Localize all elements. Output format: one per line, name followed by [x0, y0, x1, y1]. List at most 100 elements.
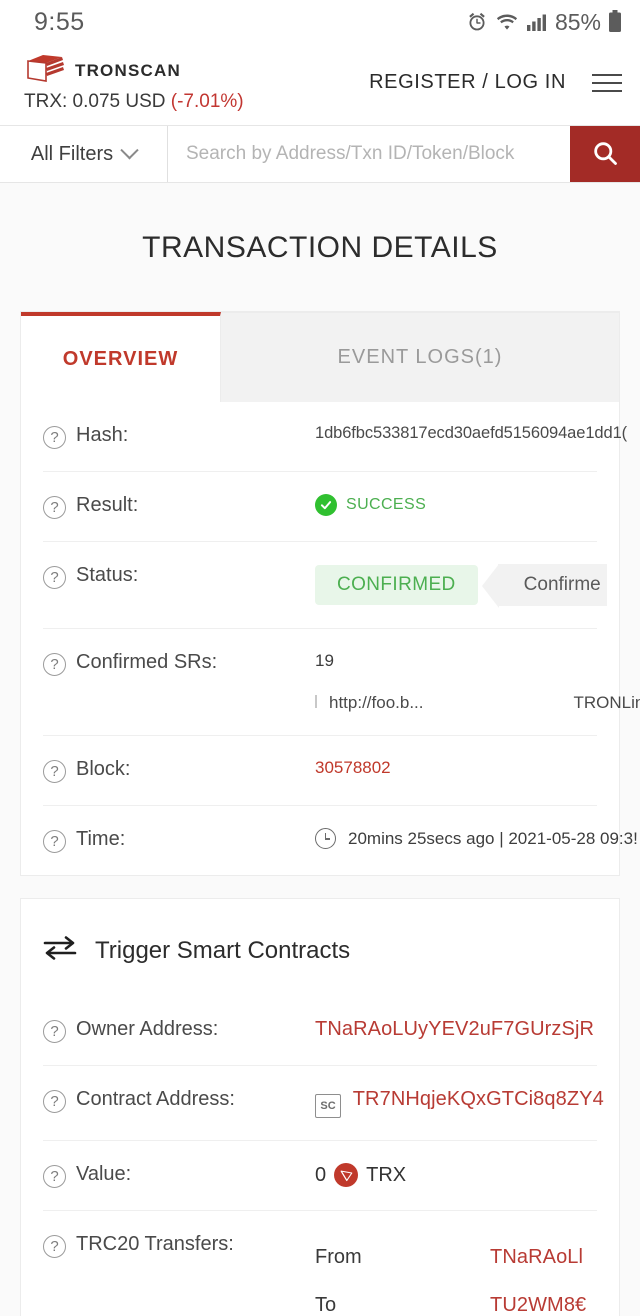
search-bar: All Filters	[0, 125, 640, 183]
block-number-link[interactable]: 30578802	[315, 758, 391, 777]
tab-event-logs-label: EVENT LOGS(1)	[337, 346, 503, 368]
site-header: TRONSCAN TRX: 0.075 USD (-7.01%) REGISTE…	[0, 44, 640, 125]
row-confirmed-srs-label: ? Confirmed SRs:	[43, 651, 315, 676]
row-status-label: ? Status:	[43, 564, 315, 589]
help-icon[interactable]: ?	[43, 653, 66, 676]
row-result-value: SUCCESS	[315, 494, 597, 516]
page-title: TRANSACTION DETAILS	[142, 231, 498, 264]
row-owner-address-value: TNaRAoLUyYEV2uF7GUrzSjR	[315, 1018, 597, 1041]
row-result-label-text: Result:	[76, 494, 139, 516]
row-time-label-text: Time:	[76, 828, 126, 850]
row-trc20-transfers-label-text: TRC20 Transfers:	[76, 1233, 234, 1255]
row-contract-address-label: ? Contract Address:	[43, 1088, 315, 1113]
search-submit-button[interactable]	[570, 126, 640, 182]
status-badge: CONFIRMED	[315, 565, 478, 605]
tab-overview[interactable]: OVERVIEW	[21, 312, 221, 402]
row-result-label: ? Result:	[43, 494, 315, 519]
brand-block: TRONSCAN TRX: 0.075 USD (-7.01%)	[24, 52, 244, 113]
battery-percent-label: 85%	[554, 8, 601, 35]
overview-rows: ? Hash: 1db6fbc533817ecd30aefd5156094ae1…	[21, 402, 640, 875]
sr-url[interactable]: http://foo.b...	[329, 693, 424, 713]
value-amount: 0	[315, 1163, 327, 1186]
confirmed-srs-sub-row: http://foo.b... TRONLinl	[315, 693, 640, 713]
help-icon[interactable]: ?	[43, 830, 66, 853]
row-status-label-text: Status:	[76, 564, 139, 586]
trc20-row-to: To TU2WM8€	[315, 1281, 597, 1316]
row-block-value: 30578802	[315, 758, 597, 778]
tab-event-logs[interactable]: EVENT LOGS(1)	[221, 312, 619, 402]
search-input[interactable]	[186, 143, 570, 165]
alarm-icon	[466, 11, 488, 33]
contract-address-link[interactable]: TR7NHqjeKQxGTCi8q8ZY4	[353, 1088, 604, 1110]
battery-icon	[608, 10, 622, 34]
register-login-link[interactable]: REGISTER / LOG IN	[369, 71, 566, 94]
status-clock: 9:55	[34, 7, 85, 36]
value-token: TRX	[366, 1163, 407, 1186]
tron-coin-icon	[334, 1163, 359, 1187]
page-root: 9:55 85% TRONSCAN TRX: 0.075 USD (-7.01%…	[0, 0, 640, 1316]
trc20-to-address[interactable]: TU2WM8€	[490, 1294, 586, 1316]
row-owner-address: ? Owner Address: TNaRAoLUyYEV2uF7GUrzSjR	[43, 996, 597, 1066]
help-icon[interactable]: ?	[43, 566, 66, 589]
row-hash: ? Hash: 1db6fbc533817ecd30aefd5156094ae1…	[43, 402, 627, 472]
chevron-down-icon	[120, 140, 139, 159]
trx-price: TRX: 0.075 USD (-7.01%)	[24, 91, 244, 113]
status-bar: 9:55 85%	[0, 0, 640, 44]
row-block-label: ? Block:	[43, 758, 315, 783]
transaction-card: OVERVIEW EVENT LOGS(1) ? Hash: 1db6fbc53…	[20, 311, 640, 876]
sr-wallet-name: TRONLinl	[573, 693, 640, 712]
row-status: ? Status: CONFIRMED Confirme	[43, 542, 607, 629]
help-icon[interactable]: ?	[43, 1090, 66, 1113]
help-icon[interactable]: ?	[43, 1165, 66, 1188]
trc20-key-to: To	[315, 1293, 337, 1316]
all-filters-dropdown[interactable]: All Filters	[0, 126, 168, 182]
row-time-value: 20mins 25secs ago | 2021-05-28 09:3!	[315, 828, 638, 849]
hamburger-menu-icon[interactable]	[592, 73, 622, 92]
row-contract-address-value: SC TR7NHqjeKQxGTCi8q8ZY4	[315, 1088, 604, 1118]
row-trc20-transfers-value: From TNaRAoLl To TU2WM8€ Amount 10.33007…	[315, 1233, 597, 1316]
row-confirmed-srs-label-text: Confirmed SRs:	[76, 651, 218, 673]
tab-bar: OVERVIEW EVENT LOGS(1)	[21, 312, 619, 402]
row-value-label: ? Value:	[43, 1163, 315, 1188]
row-block-label-text: Block:	[76, 758, 131, 780]
row-value-label-text: Value:	[76, 1163, 132, 1185]
search-input-wrapper	[168, 126, 570, 182]
row-status-value: CONFIRMED Confirme	[315, 564, 607, 608]
row-value: ? Value: 0 TRX	[43, 1141, 597, 1211]
row-time: ? Time: 20mins 25secs ago | 2021-05-28 0…	[43, 806, 638, 875]
help-icon[interactable]: ?	[43, 1235, 66, 1258]
section-header: Trigger Smart Contracts	[21, 899, 619, 996]
header-actions: REGISTER / LOG IN	[369, 71, 622, 94]
smart-contract-card: Trigger Smart Contracts ? Owner Address:…	[20, 898, 620, 1316]
row-confirmed-srs: ? Confirmed SRs: 19 http://foo.b... TRON…	[43, 629, 640, 736]
row-value-content: 0 TRX	[315, 1163, 597, 1187]
section-title: Trigger Smart Contracts	[95, 936, 351, 964]
trc20-key-from: From	[315, 1245, 362, 1268]
row-hash-label-text: Hash:	[76, 424, 129, 446]
help-icon[interactable]: ?	[43, 426, 66, 449]
row-hash-label: ? Hash:	[43, 424, 315, 449]
check-circle-icon	[315, 494, 337, 516]
brand-name: TRONSCAN	[75, 60, 181, 80]
trx-price-value: TRX: 0.075 USD	[24, 91, 166, 112]
status-tooltip: Confirme	[481, 564, 607, 608]
help-icon[interactable]: ?	[43, 496, 66, 519]
tab-overview-label: OVERVIEW	[62, 347, 179, 370]
contract-rows: ? Owner Address: TNaRAoLUyYEV2uF7GUrzSjR…	[21, 996, 619, 1316]
owner-address-link[interactable]: TNaRAoLUyYEV2uF7GUrzSjR	[315, 1018, 594, 1040]
row-trc20-transfers-label: ? TRC20 Transfers:	[43, 1233, 315, 1258]
row-contract-address: ? Contract Address: SC TR7NHqjeKQxGTCi8q…	[43, 1066, 604, 1141]
help-icon[interactable]: ?	[43, 1020, 66, 1043]
trc20-from-address[interactable]: TNaRAoLl	[490, 1246, 583, 1269]
signal-icon	[526, 12, 548, 32]
trx-price-change: (-7.01%)	[170, 91, 244, 112]
brand-row[interactable]: TRONSCAN	[24, 52, 244, 89]
status-indicators: 85%	[466, 9, 622, 36]
result-status-text: SUCCESS	[346, 496, 427, 513]
wifi-icon	[495, 11, 519, 33]
row-owner-address-label: ? Owner Address:	[43, 1018, 315, 1043]
row-owner-address-label-text: Owner Address:	[76, 1018, 219, 1040]
row-confirmed-srs-value: 19 http://foo.b... TRONLinl	[315, 651, 640, 713]
help-icon[interactable]: ?	[43, 760, 66, 783]
search-icon	[591, 139, 619, 170]
